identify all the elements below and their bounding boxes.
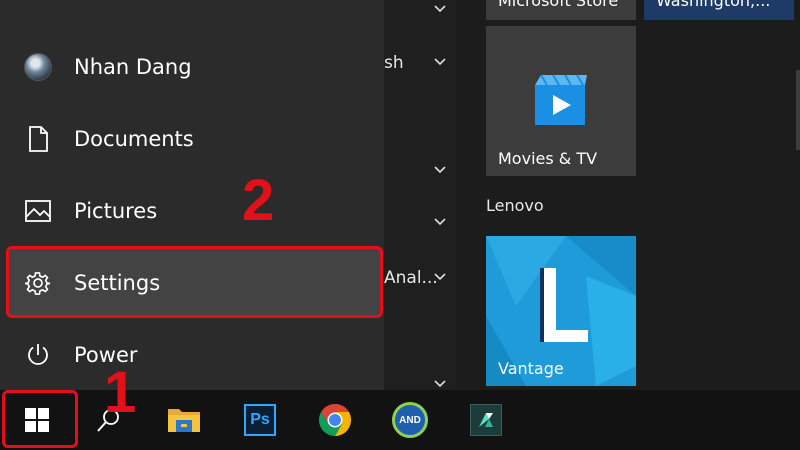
chevron-down-icon[interactable] [433, 377, 447, 391]
pictures-item[interactable]: Pictures [0, 179, 384, 243]
file-explorer-icon [168, 409, 200, 432]
and-app-button[interactable]: AND [386, 390, 434, 450]
movies-tv-icon [535, 74, 587, 125]
documents-label: Documents [74, 127, 194, 151]
documents-item[interactable]: Documents [0, 107, 384, 171]
lenovo-vantage-icon [540, 268, 588, 342]
start-highlight-box [2, 390, 78, 448]
weather-tile[interactable]: Washington,... [644, 0, 794, 20]
and-app-icon-text: AND [399, 414, 421, 426]
chevron-down-icon[interactable] [433, 163, 447, 177]
chrome-icon [318, 403, 352, 437]
tile-edge [796, 70, 800, 150]
user-avatar [24, 53, 52, 81]
settings-highlight-box [6, 246, 383, 318]
photoshop-icon-text: Ps [250, 411, 270, 428]
tile-label: Washington,... [656, 0, 771, 10]
annotation-step-1: 1 [104, 360, 137, 425]
power-item[interactable]: Power [0, 323, 384, 387]
photoshop-button[interactable]: Ps [236, 390, 284, 450]
tile-group-label: Lenovo [486, 196, 544, 215]
movies-tv-tile[interactable]: Movies & TV [486, 26, 636, 176]
tile-label: Microsoft Store [498, 0, 619, 10]
pictures-label: Pictures [74, 199, 158, 223]
power-icon [24, 341, 52, 369]
microsoft-store-tile[interactable]: Microsoft Store [486, 0, 636, 20]
filmora-icon [470, 404, 502, 436]
chevron-down-icon[interactable] [433, 55, 447, 69]
file-explorer-button[interactable] [160, 390, 208, 450]
tile-label: Movies & TV [498, 149, 598, 168]
app-list-text-fragment: Anal... [384, 268, 438, 288]
and-app-icon: AND [392, 402, 428, 438]
photoshop-icon: Ps [244, 404, 276, 436]
lenovo-vantage-tile[interactable]: Vantage [486, 236, 636, 386]
tile-label: Vantage [498, 359, 564, 378]
app-list-text-fragment: sh [384, 53, 404, 73]
user-name: Nhan Dang [74, 55, 192, 79]
chevron-down-icon[interactable] [433, 215, 447, 229]
chevron-down-icon[interactable] [433, 2, 447, 16]
document-icon [24, 125, 52, 153]
filmora-button[interactable] [462, 390, 510, 450]
chrome-button[interactable] [310, 390, 360, 450]
user-account-item[interactable]: Nhan Dang [0, 35, 384, 99]
chevron-down-icon[interactable] [433, 270, 447, 284]
picture-icon [24, 197, 52, 225]
annotation-step-2: 2 [242, 168, 275, 233]
